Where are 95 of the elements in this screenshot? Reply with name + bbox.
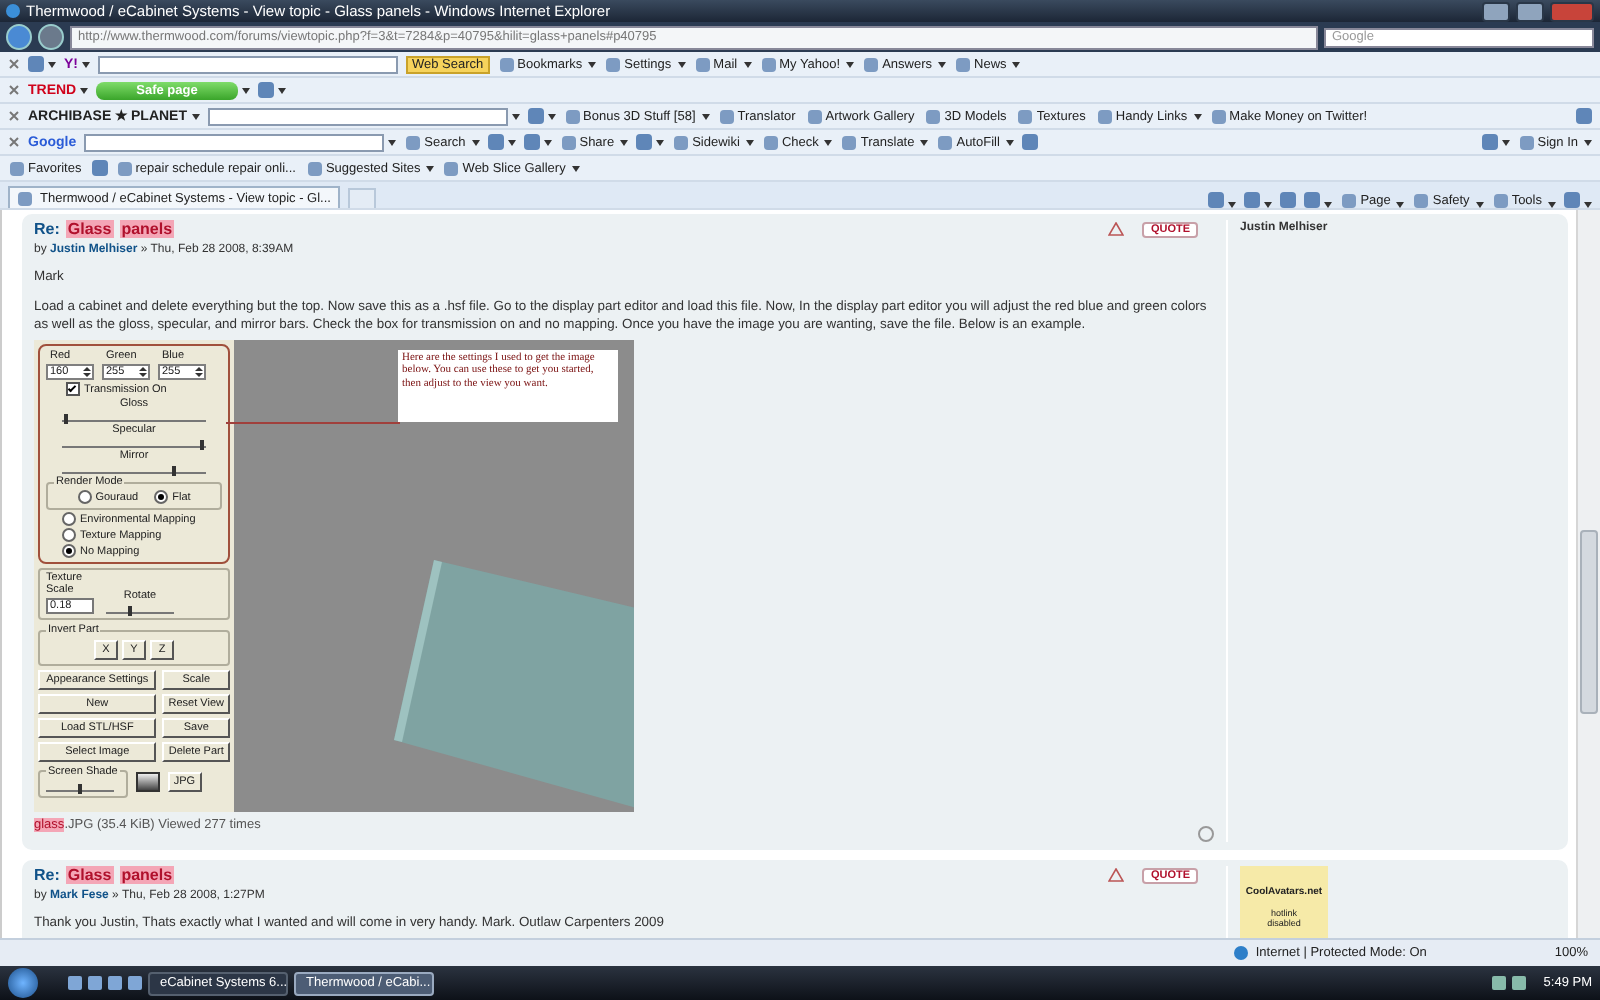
start-button[interactable]: [8, 968, 38, 998]
slider[interactable]: [46, 779, 114, 792]
close-icon[interactable]: [8, 84, 20, 96]
caret-icon[interactable]: [701, 113, 710, 119]
caret-icon[interactable]: [511, 113, 520, 119]
scrollbar[interactable]: [1576, 210, 1600, 938]
search-field[interactable]: [207, 107, 508, 125]
app-icon: [763, 135, 778, 149]
slider[interactable]: [62, 410, 206, 423]
app-icon: [956, 57, 971, 71]
highlighted-word: panels: [119, 220, 175, 238]
caret-icon[interactable]: [1501, 139, 1510, 145]
slider[interactable]: [62, 462, 206, 475]
caret-icon[interactable]: [1584, 139, 1592, 145]
warning-icon[interactable]: [1108, 222, 1125, 236]
app-icon: [1414, 194, 1429, 208]
radio-button[interactable]: [62, 544, 76, 559]
post-title-prefix: Re:: [34, 220, 60, 238]
radio-button[interactable]: [154, 490, 169, 505]
caret-icon[interactable]: [507, 139, 516, 145]
close-button[interactable]: [1550, 1, 1594, 21]
app-icon: [1493, 194, 1508, 208]
search-field[interactable]: [98, 55, 398, 73]
highlighted-word: Glass: [65, 220, 114, 238]
caret-icon[interactable]: [388, 139, 397, 145]
caret-icon[interactable]: [920, 139, 929, 145]
app-icon: [1519, 135, 1534, 149]
close-icon[interactable]: [8, 136, 20, 148]
highlighted-word: Glass: [65, 866, 114, 885]
spin-arrows-icon[interactable]: [82, 366, 92, 379]
app-icon: [406, 135, 421, 149]
app-icon: [842, 135, 857, 149]
app-icon: [761, 57, 776, 71]
app-icon: [807, 109, 822, 123]
caret-icon[interactable]: [743, 61, 752, 67]
app-icon: [864, 57, 879, 71]
caret-icon[interactable]: [1193, 113, 1202, 119]
caret-icon[interactable]: [1012, 61, 1021, 67]
globe-icon: [1233, 946, 1248, 960]
minimize-button[interactable]: [1482, 1, 1510, 21]
caret-icon[interactable]: [82, 61, 90, 67]
spin-arrows-icon[interactable]: [194, 366, 204, 379]
close-icon[interactable]: [8, 110, 20, 122]
app-icon: [695, 57, 710, 71]
search-field[interactable]: [84, 133, 385, 151]
slider-thumb[interactable]: [64, 414, 69, 425]
post-title-prefix: Re:: [34, 866, 60, 885]
caret-icon[interactable]: [656, 139, 665, 145]
caret-icon[interactable]: [48, 61, 56, 67]
back-button[interactable]: [6, 24, 32, 50]
slider-thumb[interactable]: [127, 606, 132, 617]
app-icon: [719, 109, 734, 123]
caret-icon[interactable]: [938, 61, 947, 67]
maximize-button[interactable]: [1516, 1, 1544, 21]
caret-icon[interactable]: [191, 113, 200, 119]
warning-icon[interactable]: [1108, 868, 1125, 883]
app-icon: [1211, 109, 1226, 123]
slider-thumb[interactable]: [172, 466, 177, 477]
app-icon: [18, 191, 32, 205]
caret-icon[interactable]: [745, 139, 754, 145]
app-icon: [499, 57, 514, 71]
app-icon: [606, 57, 621, 71]
caret-icon[interactable]: [620, 139, 629, 145]
radio-button[interactable]: [62, 528, 76, 543]
caret-icon[interactable]: [571, 165, 580, 171]
spin-arrows-icon[interactable]: [138, 366, 148, 379]
caret-icon[interactable]: [824, 139, 833, 145]
app-icon: [674, 135, 689, 149]
caret-icon[interactable]: [471, 139, 480, 145]
close-icon[interactable]: [8, 58, 20, 70]
caret-icon[interactable]: [547, 113, 556, 119]
checkbox[interactable]: [66, 382, 80, 397]
caret-icon[interactable]: [588, 61, 597, 67]
shade-swatch[interactable]: [135, 771, 160, 792]
caret-icon[interactable]: [277, 87, 286, 93]
slider-thumb[interactable]: [199, 440, 204, 451]
caret-icon[interactable]: [677, 61, 686, 67]
slider[interactable]: [106, 602, 174, 615]
caret-icon[interactable]: [1005, 139, 1014, 145]
caret-icon[interactable]: [241, 87, 250, 93]
app-icon: [1097, 109, 1112, 123]
highlighted-word: panels: [119, 866, 175, 885]
caret-icon[interactable]: [426, 165, 435, 171]
app-icon: [307, 161, 322, 175]
app-icon: [10, 161, 24, 175]
browser-icon: [6, 4, 20, 18]
radio-button[interactable]: [62, 512, 76, 527]
caret-icon[interactable]: [846, 61, 855, 67]
caret-icon[interactable]: [543, 139, 552, 145]
slider[interactable]: [62, 436, 206, 449]
radio-button[interactable]: [77, 490, 92, 505]
app-icon: [1342, 194, 1357, 208]
caret-icon[interactable]: [80, 87, 89, 93]
forward-button[interactable]: [38, 24, 64, 50]
app-icon: [444, 161, 459, 175]
